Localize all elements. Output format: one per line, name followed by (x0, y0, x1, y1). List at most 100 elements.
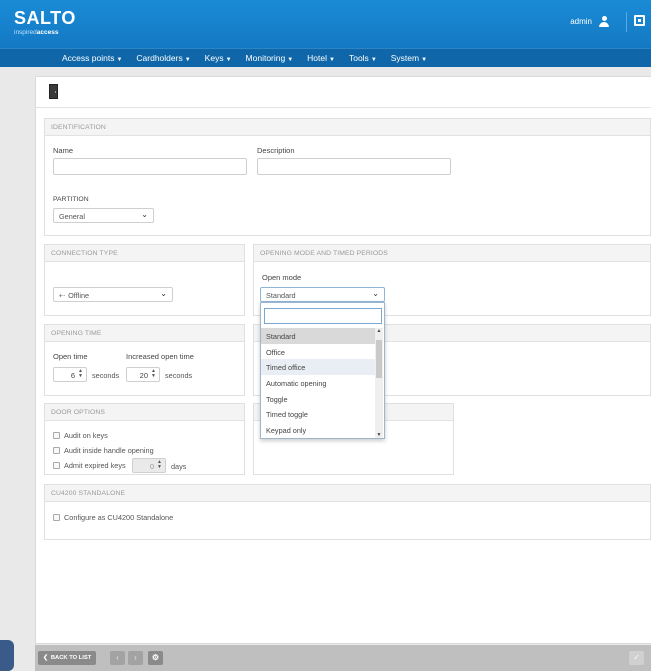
open-time-value: 6 (70, 371, 75, 380)
option-keypad-only[interactable]: Keypad only (261, 422, 376, 438)
back-to-list-button[interactable]: ❮ BACK TO LIST (38, 651, 97, 665)
admit-expired-option[interactable]: Admit expired keys (53, 461, 126, 470)
nav-tools[interactable]: Tools ▼ (342, 53, 384, 63)
chevron-down-icon: ⌄ (141, 210, 148, 219)
open-mode-label: Open mode (262, 273, 302, 282)
description-label: Description (257, 146, 295, 155)
chevron-down-icon: ⌄ (160, 289, 167, 298)
option-timed-office[interactable]: Timed office (261, 359, 376, 376)
nav-monitoring[interactable]: Monitoring ▼ (239, 53, 301, 63)
connection-type-value: Offline (68, 291, 90, 300)
audit-on-keys-option[interactable]: Audit on keys (53, 431, 108, 440)
scrollbar-thumb[interactable] (376, 340, 382, 378)
side-widget (0, 640, 14, 671)
name-input[interactable] (53, 158, 247, 175)
dropdown-scrollbar[interactable]: ▲ ▼ (375, 328, 383, 438)
nav-access-points[interactable]: Access points ▼ (55, 53, 129, 63)
section-heading: OPENING MODE AND TIMED PERIODS (254, 245, 650, 262)
chevron-right-icon: › (134, 653, 137, 662)
option-office[interactable]: Office (261, 344, 376, 360)
admit-expired-checkbox[interactable] (53, 462, 60, 469)
open-time-label: Open time (53, 352, 88, 361)
nav-hotel[interactable]: Hotel ▼ (300, 53, 342, 63)
chevron-down-icon: ▼ (225, 57, 232, 63)
configure-cu4200-option[interactable]: Configure as CU4200 Standalone (53, 513, 173, 522)
increased-open-time-value: 20 (139, 371, 148, 380)
open-time-stepper[interactable]: 6 ▲ ▼ (53, 367, 87, 382)
scroll-up-icon: ▲ (376, 328, 382, 334)
logout-icon[interactable] (634, 15, 645, 26)
chevron-left-icon: ‹ (116, 653, 119, 662)
gear-icon: ⚙ (151, 653, 160, 662)
main-nav: Access points ▼ Cardholders ▼ Keys ▼ Monito… (0, 48, 651, 67)
partition-select[interactable]: General ⌄ (53, 208, 154, 223)
chevron-down-icon: ▼ (370, 57, 377, 63)
option-toggle[interactable]: Toggle (261, 391, 376, 407)
user-icon[interactable] (599, 16, 609, 27)
chevron-left-icon: ❮ (43, 655, 48, 661)
header-divider (626, 12, 627, 32)
option-timed-toggle[interactable]: Timed toggle (261, 406, 376, 422)
audit-inside-label: Audit inside handle opening (64, 446, 154, 455)
option-automatic-opening[interactable]: Automatic opening (261, 375, 376, 391)
partition-value: General (59, 212, 85, 221)
open-mode-options: Standard Office Timed office Automatic o… (261, 328, 376, 438)
user-menu[interactable]: admin (570, 16, 609, 27)
save-button[interactable]: ✓ (629, 651, 644, 665)
chevron-down-icon: ⌄ (372, 289, 379, 298)
chevron-down-icon: ▼ (184, 57, 191, 63)
settings-button[interactable]: ⚙ (148, 651, 163, 665)
increased-open-time-label: Increased open time (126, 352, 194, 361)
next-button[interactable]: › (128, 651, 143, 665)
audit-on-keys-checkbox[interactable] (53, 432, 60, 439)
admit-expired-label: Admit expired keys (64, 461, 126, 470)
spinner-arrows-icon: ▲ ▼ (157, 459, 162, 470)
partition-label: PARTITION (53, 196, 89, 203)
brand-logo[interactable]: SALTO (14, 8, 76, 29)
cu4200-section: CU4200 STANDALONE (44, 484, 651, 540)
open-mode-dropdown[interactable]: Standard Office Timed office Automatic o… (260, 302, 385, 439)
chevron-down-icon: ▼ (116, 57, 123, 63)
audit-inside-checkbox[interactable] (53, 447, 60, 454)
open-time-unit: seconds (92, 371, 120, 380)
spinner-arrows-icon: ▲ ▼ (151, 368, 156, 379)
increased-open-time-stepper[interactable]: 20 ▲ ▼ (126, 367, 160, 382)
section-heading: CONNECTION TYPE (45, 245, 244, 262)
scroll-down-icon: ▼ (376, 432, 382, 438)
previous-button[interactable]: ‹ (110, 651, 125, 665)
open-mode-value: Standard (266, 291, 296, 300)
configure-cu4200-checkbox[interactable] (53, 514, 60, 521)
open-mode-search-input[interactable] (264, 308, 382, 324)
section-heading: OPENING TIME (45, 325, 244, 342)
username[interactable]: admin (570, 17, 592, 26)
admit-expired-days-stepper[interactable]: 0 ▲ ▼ (132, 458, 166, 473)
nav-keys[interactable]: Keys ▼ (198, 53, 239, 63)
admit-expired-days-unit: days (171, 462, 187, 471)
connection-type-select[interactable]: ⇠ Offline ⌄ (53, 287, 173, 302)
section-heading: DOOR OPTIONS (45, 404, 244, 421)
audit-inside-option[interactable]: Audit inside handle opening (53, 446, 154, 455)
open-mode-select[interactable]: Standard ⌄ (260, 287, 385, 302)
increased-open-time-unit: seconds (165, 371, 193, 380)
connection-type-section: CONNECTION TYPE (44, 244, 245, 316)
chevron-down-icon: ▼ (329, 57, 335, 63)
nav-system[interactable]: System ▼ (384, 53, 434, 63)
top-header: SALTO inspiredaccess admin (0, 0, 651, 48)
configure-cu4200-label: Configure as CU4200 Standalone (64, 513, 174, 522)
option-standard[interactable]: Standard (261, 328, 376, 344)
door-icon (49, 84, 58, 99)
description-input[interactable] (257, 158, 451, 175)
bottom-toolbar: ❮ BACK TO LIST ‹ › ⚙ ✓ (35, 645, 651, 671)
divider (35, 107, 651, 108)
section-heading: IDENTIFICATION (45, 119, 650, 136)
audit-on-keys-label: Audit on keys (64, 431, 108, 440)
section-heading: CU4200 STANDALONE (45, 485, 650, 502)
name-label: Name (53, 146, 74, 155)
admit-expired-days-value: 0 (149, 462, 154, 471)
spinner-arrows-icon: ▲ ▼ (78, 368, 83, 379)
check-icon: ✓ (633, 653, 640, 662)
nav-cardholders[interactable]: Cardholders ▼ (129, 53, 197, 63)
chevron-down-icon: ▼ (287, 57, 294, 63)
offline-icon: ⇠ (59, 291, 66, 300)
brand-tagline: inspiredaccess (14, 29, 59, 36)
